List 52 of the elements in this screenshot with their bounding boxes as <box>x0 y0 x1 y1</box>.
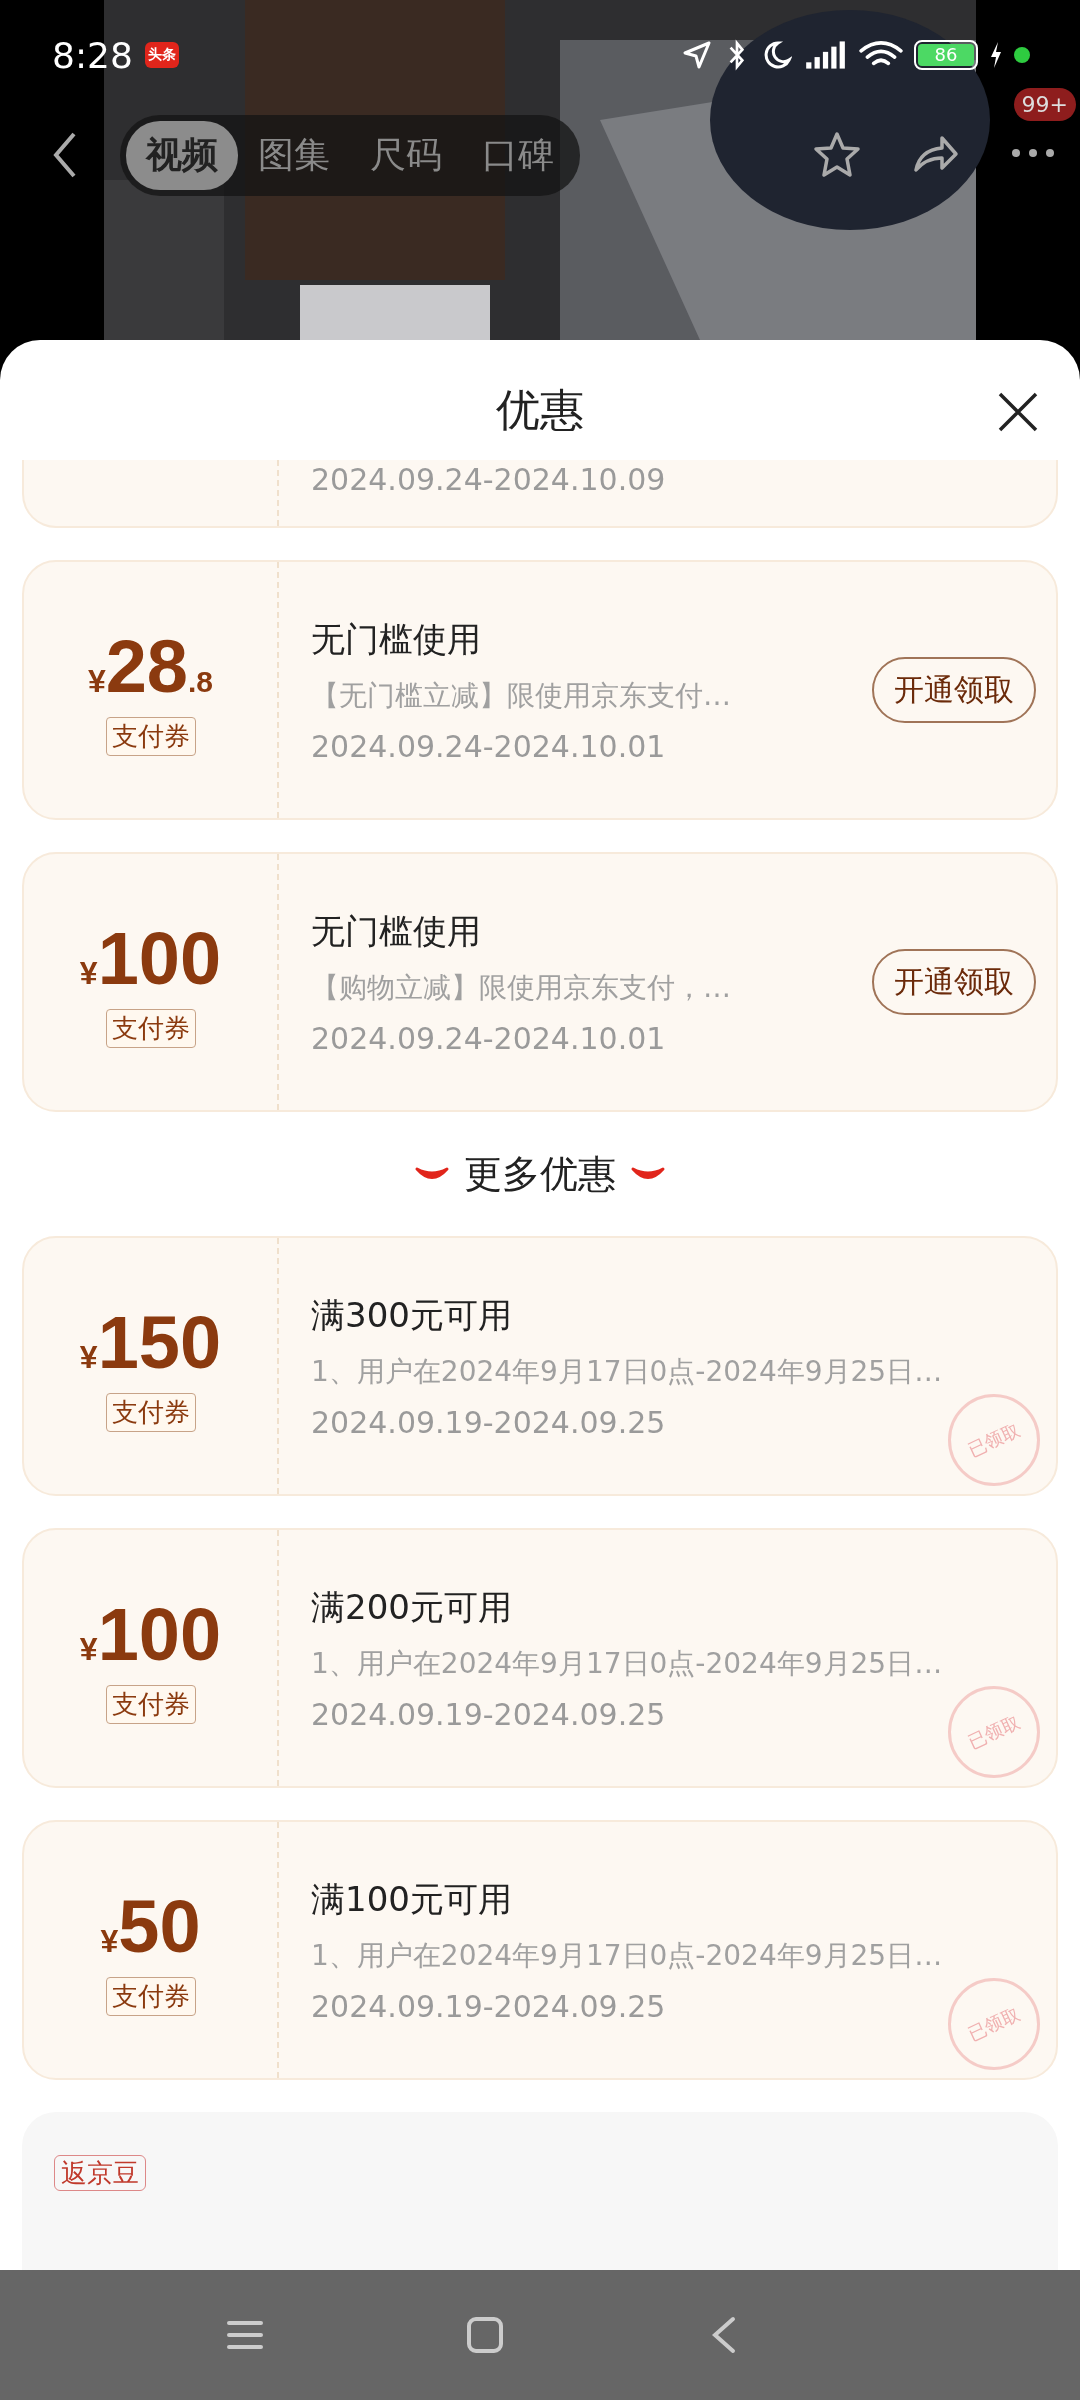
bean-tag: 返京豆 <box>54 2155 146 2191</box>
coupon-description: 【无门槛立减】限使用京东支付… <box>311 677 731 714</box>
currency-symbol: ¥ <box>79 1339 98 1376</box>
coupon-amount: 50 <box>118 1884 201 1969</box>
coupon-title: 满200元可用 <box>311 1585 512 1629</box>
coupon-date: 2024.09.24-2024.10.01 <box>311 728 666 764</box>
status-time: 8:28 <box>52 34 133 76</box>
moon-icon <box>762 39 792 71</box>
section-title: 更多优惠 <box>464 1150 616 1198</box>
coupon-description: 【购物立减】限使用京东支付，… <box>311 969 731 1006</box>
coupon-date: 2024.09.24-2024.10.01 <box>311 1020 666 1056</box>
currency-symbol: ¥ <box>87 663 106 700</box>
tab[interactable]: 尺码 <box>350 120 462 190</box>
coupon-description: 1、用户在2024年9月17日0点-2024年9月25日… <box>311 1937 943 1974</box>
coupon-title: 无门槛使用 <box>311 617 481 661</box>
currency-symbol: ¥ <box>79 955 98 992</box>
coupon-type-tag: 支付券 <box>105 1009 196 1048</box>
coupon-amount: 150 <box>97 1300 222 1385</box>
coupon-amount: 28 <box>105 624 189 709</box>
coupon-type-tag: 支付券 <box>105 1393 196 1432</box>
claim-button[interactable]: 开通领取 <box>872 657 1036 723</box>
coupon-type-tag: 支付券 <box>105 1977 196 2016</box>
coupon-amount: 100 <box>97 916 222 1001</box>
coupon-amount: 100 <box>97 1592 222 1677</box>
close-icon[interactable] <box>996 390 1040 434</box>
coupon-date: 2024.09.19-2024.09.25 <box>311 1696 666 1732</box>
coupon-decimal: .8 <box>188 665 214 699</box>
home-icon[interactable] <box>465 2315 505 2355</box>
claimed-stamp: 已领取 <box>948 1686 1040 1778</box>
tab[interactable]: 视频 <box>126 120 238 190</box>
coupon-date: 2024.09.19-2024.09.25 <box>311 1988 666 2024</box>
coupon-description: 1、用户在2024年9月17日0点-2024年9月25日… <box>311 1353 943 1390</box>
coupon-title: 满300元可用 <box>311 1293 512 1337</box>
battery-icon: 86 <box>914 40 978 70</box>
sheet-title: 优惠 <box>496 382 584 437</box>
coupon-title: 满100元可用 <box>311 1877 512 1921</box>
app-badge: 头条 <box>144 42 179 68</box>
star-icon[interactable] <box>812 130 862 180</box>
coupon-title: 无门槛使用 <box>311 909 481 953</box>
coupon-date: 2024.09.24-2024.10.09 <box>310 462 666 498</box>
claimed-stamp: 已领取 <box>948 1394 1040 1486</box>
claimed-stamp: 已领取 <box>948 1978 1040 2070</box>
currency-symbol: ¥ <box>100 1923 119 1960</box>
tab[interactable]: 口碑 <box>462 120 574 190</box>
tab[interactable]: 图集 <box>238 120 350 190</box>
coupon-type-tag: 支付券 <box>105 1685 196 1724</box>
claim-button[interactable]: 开通领取 <box>872 949 1036 1015</box>
coupon-type-tag: 支付券 <box>105 717 196 756</box>
coupon-description: 1、用户在2024年9月17日0点-2024年9月25日… <box>311 1645 943 1682</box>
coupon-date: 2024.09.19-2024.09.25 <box>311 1404 666 1440</box>
currency-symbol: ¥ <box>79 1631 98 1668</box>
location-icon <box>682 39 712 71</box>
